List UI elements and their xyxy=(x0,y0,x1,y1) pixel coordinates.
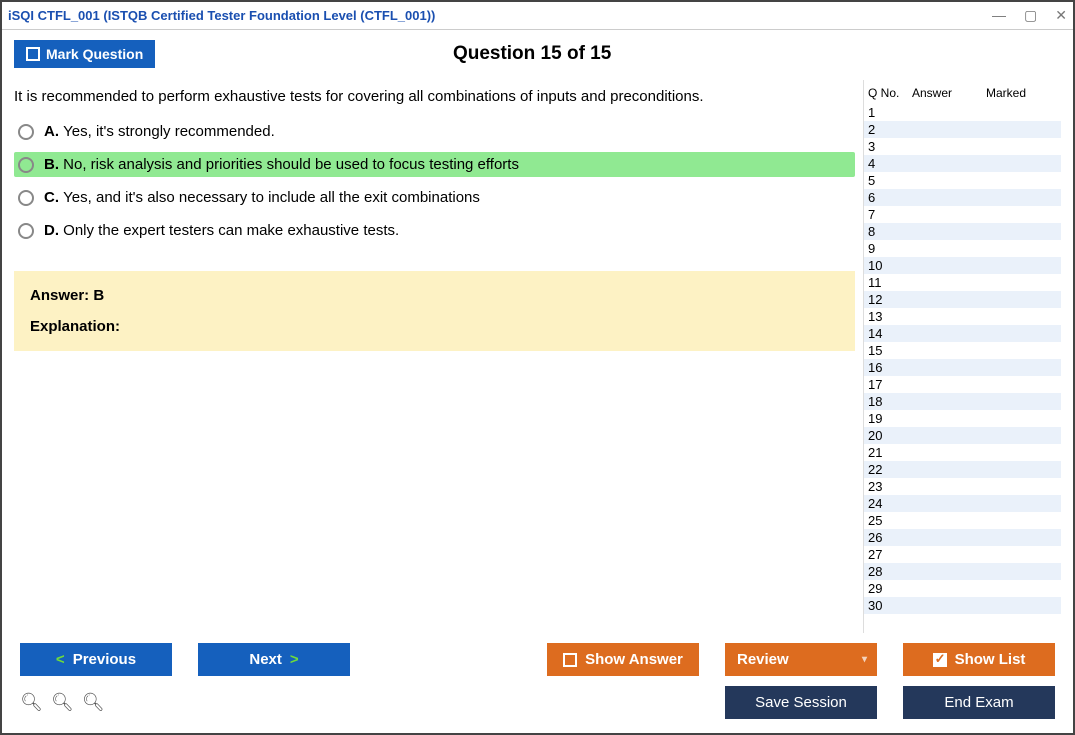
radio-icon xyxy=(18,157,34,173)
question-row[interactable]: 13 xyxy=(864,308,1061,325)
header: Mark Question Question 15 of 15 xyxy=(2,30,1073,80)
window-title: iSQI CTFL_001 (ISTQB Certified Tester Fo… xyxy=(8,8,992,23)
option-label: A. Yes, it's strongly recommended. xyxy=(44,123,275,140)
question-row[interactable]: 1 xyxy=(864,104,1061,121)
close-icon[interactable]: ✕ xyxy=(1055,7,1067,24)
question-row[interactable]: 4 xyxy=(864,155,1061,172)
zoom-icon[interactable]: 🔍︎ xyxy=(51,692,74,713)
question-row[interactable]: 22 xyxy=(864,461,1061,478)
show-list-label: Show List xyxy=(955,651,1026,668)
question-number-list[interactable]: 1234567891011121314151617181920212223242… xyxy=(864,104,1061,633)
mark-question-button[interactable]: Mark Question xyxy=(14,40,155,68)
question-row[interactable]: 14 xyxy=(864,325,1061,342)
radio-icon xyxy=(18,190,34,206)
question-row[interactable]: 18 xyxy=(864,393,1061,410)
question-row[interactable]: 21 xyxy=(864,444,1061,461)
option-C[interactable]: C. Yes, and it's also necessary to inclu… xyxy=(14,185,855,210)
question-row[interactable]: 3 xyxy=(864,138,1061,155)
footer-row-1: < Previous Next > Show Answer Review ▾ S… xyxy=(20,643,1055,676)
question-row[interactable]: 28 xyxy=(864,563,1061,580)
question-row[interactable]: 27 xyxy=(864,546,1061,563)
question-row[interactable]: 7 xyxy=(864,206,1061,223)
maximize-icon[interactable]: ▢ xyxy=(1024,7,1037,24)
question-panel: It is recommended to perform exhaustive … xyxy=(14,80,855,633)
question-row[interactable]: 8 xyxy=(864,223,1061,240)
checkbox-checked-icon xyxy=(933,653,947,667)
question-list-panel: Q No. Answer Marked 12345678910111213141… xyxy=(863,80,1061,633)
question-row[interactable]: 30 xyxy=(864,597,1061,614)
mark-question-label: Mark Question xyxy=(46,46,143,62)
app-window: iSQI CTFL_001 (ISTQB Certified Tester Fo… xyxy=(0,0,1075,735)
option-B[interactable]: B. No, risk analysis and priorities shou… xyxy=(14,152,855,177)
col-marked: Marked xyxy=(986,86,1057,100)
answer-box: Answer: B Explanation: xyxy=(14,271,855,351)
option-label: B. No, risk analysis and priorities shou… xyxy=(44,156,519,173)
checkbox-icon xyxy=(26,47,40,61)
review-button[interactable]: Review ▾ xyxy=(725,643,877,676)
window-controls: — ▢ ✕ xyxy=(992,7,1067,24)
question-row[interactable]: 23 xyxy=(864,478,1061,495)
col-answer: Answer xyxy=(912,86,982,100)
question-row[interactable]: 29 xyxy=(864,580,1061,597)
minimize-icon[interactable]: — xyxy=(992,7,1006,24)
question-row[interactable]: 20 xyxy=(864,427,1061,444)
next-label: Next xyxy=(249,651,282,668)
end-exam-label: End Exam xyxy=(944,694,1013,711)
option-label: C. Yes, and it's also necessary to inclu… xyxy=(44,189,480,206)
show-answer-label: Show Answer xyxy=(585,651,683,668)
previous-button[interactable]: < Previous xyxy=(20,643,172,676)
question-text: It is recommended to perform exhaustive … xyxy=(14,80,855,119)
panel-header: Q No. Answer Marked xyxy=(864,80,1061,104)
option-D[interactable]: D. Only the expert testers can make exha… xyxy=(14,218,855,243)
end-exam-button[interactable]: End Exam xyxy=(903,686,1055,719)
question-counter: Question 15 of 15 xyxy=(155,43,909,65)
question-row[interactable]: 17 xyxy=(864,376,1061,393)
previous-label: Previous xyxy=(73,651,136,668)
question-row[interactable]: 6 xyxy=(864,189,1061,206)
chevron-down-icon: ▾ xyxy=(862,654,867,665)
question-row[interactable]: 19 xyxy=(864,410,1061,427)
chevron-left-icon: < xyxy=(56,651,65,668)
radio-icon xyxy=(18,223,34,239)
question-row[interactable]: 26 xyxy=(864,529,1061,546)
answer-label: Answer: B xyxy=(30,287,839,304)
save-session-label: Save Session xyxy=(755,694,847,711)
option-label: D. Only the expert testers can make exha… xyxy=(44,222,399,239)
explanation-label: Explanation: xyxy=(30,318,839,335)
footer-row-2: 🔍︎ 🔍︎ 🔍︎ Save Session End Exam xyxy=(20,686,1055,719)
question-row[interactable]: 25 xyxy=(864,512,1061,529)
question-row[interactable]: 10 xyxy=(864,257,1061,274)
titlebar: iSQI CTFL_001 (ISTQB Certified Tester Fo… xyxy=(2,2,1073,30)
footer: < Previous Next > Show Answer Review ▾ S… xyxy=(2,633,1073,733)
options-list: A. Yes, it's strongly recommended. B. No,… xyxy=(14,119,855,243)
chevron-right-icon: > xyxy=(290,651,299,668)
question-row[interactable]: 16 xyxy=(864,359,1061,376)
question-row[interactable]: 9 xyxy=(864,240,1061,257)
zoom-out-icon[interactable]: 🔍︎ xyxy=(82,692,105,713)
review-label: Review xyxy=(737,651,789,668)
question-row[interactable]: 11 xyxy=(864,274,1061,291)
show-list-button[interactable]: Show List xyxy=(903,643,1055,676)
radio-icon xyxy=(18,124,34,140)
zoom-controls: 🔍︎ 🔍︎ 🔍︎ xyxy=(20,692,105,713)
option-A[interactable]: A. Yes, it's strongly recommended. xyxy=(14,119,855,144)
question-row[interactable]: 24 xyxy=(864,495,1061,512)
question-row[interactable]: 15 xyxy=(864,342,1061,359)
next-button[interactable]: Next > xyxy=(198,643,350,676)
col-qno: Q No. xyxy=(868,86,908,100)
zoom-in-icon[interactable]: 🔍︎ xyxy=(20,692,43,713)
checkbox-icon xyxy=(563,653,577,667)
question-row[interactable]: 2 xyxy=(864,121,1061,138)
show-answer-button[interactable]: Show Answer xyxy=(547,643,699,676)
question-row[interactable]: 5 xyxy=(864,172,1061,189)
question-row[interactable]: 12 xyxy=(864,291,1061,308)
main-area: It is recommended to perform exhaustive … xyxy=(2,80,1073,633)
save-session-button[interactable]: Save Session xyxy=(725,686,877,719)
